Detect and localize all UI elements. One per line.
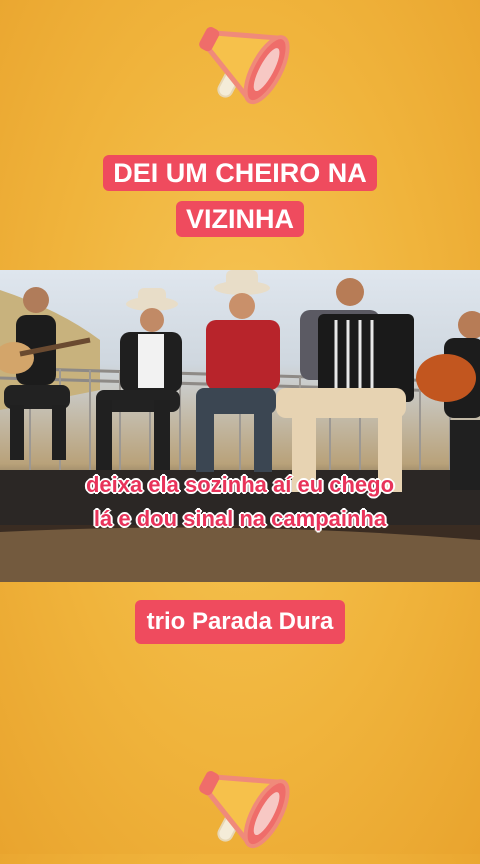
song-title: DEI UM CHEIRO NA VIZINHA [90, 150, 390, 242]
megaphone-icon [199, 770, 290, 849]
song-title-text: DEI UM CHEIRO NA VIZINHA [103, 155, 377, 237]
artist-label: trio Parada Dura [0, 600, 480, 644]
artist-name: trio Parada Dura [134, 600, 346, 644]
megaphone-icon [199, 26, 290, 105]
lyrics-caption: deixa ela sozinha aí eu chego lá e dou s… [85, 472, 395, 531]
